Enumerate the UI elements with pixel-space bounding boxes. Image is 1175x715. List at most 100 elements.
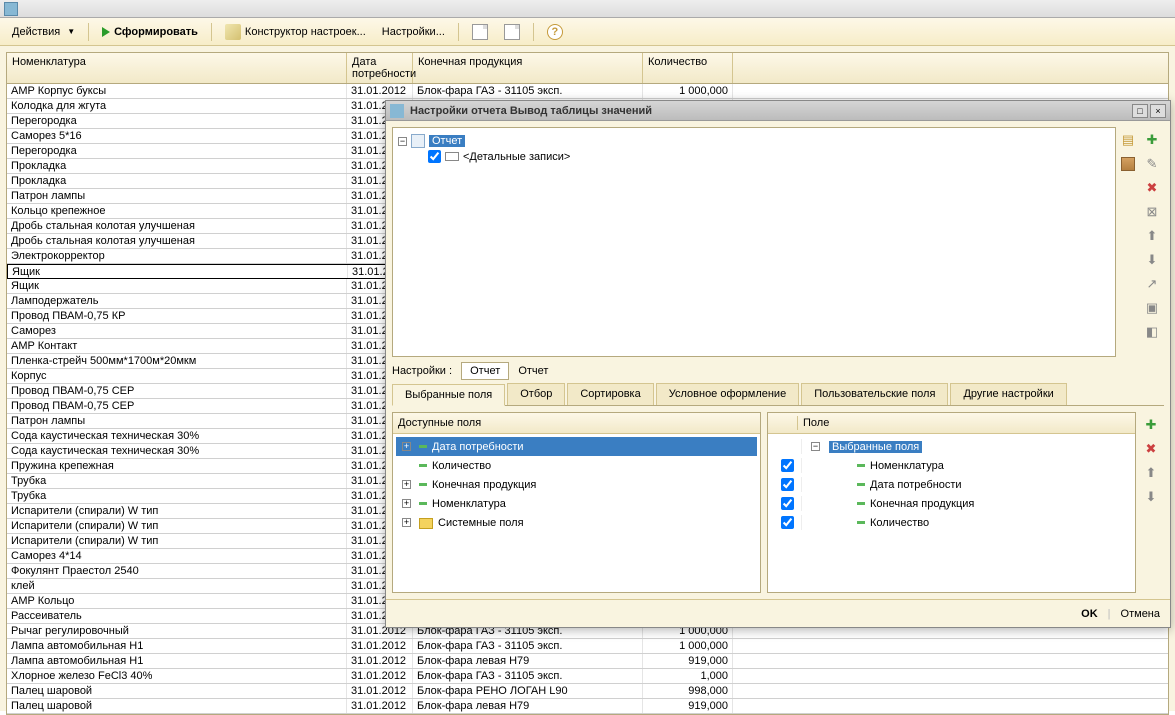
field-check[interactable] — [781, 478, 794, 491]
play-icon — [102, 27, 110, 37]
selected-field[interactable]: Дата потребности — [771, 475, 1132, 494]
settings-label: Настройки... — [382, 26, 445, 38]
generate-button[interactable]: Сформировать — [96, 23, 204, 41]
edit-icon[interactable]: ✎ — [1143, 155, 1161, 173]
tab-2[interactable]: Сортировка — [567, 383, 653, 405]
expand-icon[interactable]: + — [402, 499, 411, 508]
field-label: Дата потребности — [432, 441, 524, 453]
cell-nomenclature: Провод ПВАМ-0,75 КР — [7, 309, 347, 323]
collect-icon[interactable]: ▣ — [1143, 299, 1161, 317]
remove-field-icon[interactable]: ✖ — [1142, 440, 1160, 458]
dialog-footer: OK | Отмена — [386, 599, 1170, 627]
available-field[interactable]: +Системные поля — [396, 513, 757, 532]
add-field-icon[interactable]: ✚ — [1142, 416, 1160, 434]
cell-date: 31.01.2012 — [347, 639, 413, 653]
misc-icon[interactable]: ◧ — [1143, 323, 1161, 341]
available-field[interactable]: Количество — [396, 456, 757, 475]
expand-icon[interactable]: ↗ — [1143, 275, 1161, 293]
add-icon[interactable]: ✚ — [1143, 131, 1161, 149]
tree-root[interactable]: − Отчет — [398, 133, 1110, 149]
table-row[interactable]: Хлорное железо FeCl3 40%31.01.2012Блок-ф… — [7, 669, 1168, 684]
table-row[interactable]: Лампа автомобильная Н131.01.2012Блок-фар… — [7, 654, 1168, 669]
path-item-2[interactable]: Отчет — [512, 363, 554, 379]
lock-icon[interactable]: ⊠ — [1143, 203, 1161, 221]
header-nomenclature[interactable]: Номенклатура — [7, 53, 347, 83]
selected-field[interactable]: Количество — [771, 513, 1132, 532]
tree-child[interactable]: <Детальные записи> — [398, 149, 1110, 164]
window-titlebar — [0, 0, 1175, 18]
tab-5[interactable]: Другие настройки — [950, 383, 1066, 405]
tool-icon-2[interactable] — [498, 21, 526, 43]
field-up-icon[interactable]: ⬆ — [1142, 464, 1160, 482]
cell-product: Блок-фара ГАЗ - 31105 эксп. — [413, 669, 643, 683]
selected-field[interactable]: Конечная продукция — [771, 494, 1132, 513]
field-check[interactable] — [781, 459, 794, 472]
book-icon[interactable] — [1119, 155, 1137, 173]
collapse-icon[interactable]: − — [811, 442, 820, 451]
available-header: Доступные поля — [393, 413, 760, 434]
tree-area: − Отчет <Детальные записи> ▤ ✚ ✎ ✖ ⊠ — [392, 127, 1164, 357]
tab-0[interactable]: Выбранные поля — [392, 384, 505, 406]
field-label: Конечная продукция — [432, 479, 536, 491]
cell-nomenclature: Дробь стальная колотая улучшеная — [7, 219, 347, 233]
selected-body[interactable]: −Выбранные поляНоменклатура Дата потребно… — [768, 434, 1135, 592]
detail-checkbox[interactable] — [428, 150, 441, 163]
available-field[interactable]: + Конечная продукция — [396, 475, 757, 494]
report-tree[interactable]: − Отчет <Детальные записи> — [392, 127, 1116, 357]
field-down-icon[interactable]: ⬇ — [1142, 488, 1160, 506]
help-button[interactable]: ? — [541, 21, 569, 43]
tool-icon-1[interactable] — [466, 21, 494, 43]
ok-button[interactable]: OK — [1081, 608, 1098, 620]
cell-nomenclature: Корпус — [7, 369, 347, 383]
available-field[interactable]: +Номенклатура — [396, 494, 757, 513]
available-body[interactable]: + Дата потребности Количество + Конечная про… — [393, 434, 760, 592]
tab-1[interactable]: Отбор — [507, 383, 565, 405]
cell-date: 31.01.2012 — [347, 654, 413, 668]
dialog-titlebar[interactable]: Настройки отчета Вывод таблицы значений … — [386, 101, 1170, 121]
detail-label: <Детальные записи> — [463, 151, 570, 163]
available-field[interactable]: + Дата потребности — [396, 437, 757, 456]
field-check[interactable] — [781, 516, 794, 529]
constructor-button[interactable]: Конструктор настроек... — [219, 21, 372, 43]
tab-4[interactable]: Пользовательские поля — [801, 383, 948, 405]
field-label: Дата потребности — [870, 479, 962, 491]
cancel-button[interactable]: Отмена — [1121, 608, 1160, 620]
path-item-1[interactable]: Отчет — [461, 362, 509, 380]
actions-menu[interactable]: Действия ▼ — [6, 23, 81, 41]
header-product[interactable]: Конечная продукция — [413, 53, 643, 83]
collapse-icon[interactable]: − — [398, 137, 407, 146]
cell-nomenclature: AMP Контакт — [7, 339, 347, 353]
cell-nomenclature: Трубка — [7, 489, 347, 503]
delete-icon[interactable]: ✖ — [1143, 179, 1161, 197]
settings-button[interactable]: Настройки... — [376, 23, 451, 41]
app-icon — [4, 2, 18, 16]
document-icon — [472, 24, 488, 40]
table-row[interactable]: AMP Корпус буксы31.01.2012Блок-фара ГАЗ … — [7, 84, 1168, 99]
header-date[interactable]: Дата потребности — [347, 53, 413, 83]
cell-nomenclature: клей — [7, 579, 347, 593]
cell-nomenclature: Лампа автомобильная Н1 — [7, 639, 347, 653]
move-down-icon[interactable]: ⬇ — [1143, 251, 1161, 269]
table-row[interactable]: Палец шаровой31.01.2012Блок-фара РЕНО ЛО… — [7, 684, 1168, 699]
selected-root[interactable]: −Выбранные поля — [771, 437, 1132, 456]
close-button[interactable]: × — [1150, 104, 1166, 118]
expand-icon[interactable]: + — [402, 518, 411, 527]
dialog-body: − Отчет <Детальные записи> ▤ ✚ ✎ ✖ ⊠ — [386, 121, 1170, 599]
table-row[interactable]: Палец шаровой31.01.2012Блок-фара левая Н… — [7, 699, 1168, 714]
field-check[interactable] — [781, 497, 794, 510]
cell-nomenclature: Саморез 4*14 — [7, 549, 347, 563]
field-icon — [857, 521, 865, 524]
expand-icon[interactable]: + — [402, 442, 411, 451]
field-label: Конечная продукция — [870, 498, 974, 510]
header-qty[interactable]: Количество — [643, 53, 733, 83]
cell-nomenclature: Прокладка — [7, 174, 347, 188]
table-row[interactable]: Лампа автомобильная Н131.01.2012Блок-фар… — [7, 639, 1168, 654]
move-up-icon[interactable]: ⬆ — [1143, 227, 1161, 245]
maximize-button[interactable]: □ — [1132, 104, 1148, 118]
cell-nomenclature: Испарители (спирали) W тип — [7, 534, 347, 548]
selected-field[interactable]: Номенклатура — [771, 456, 1132, 475]
tab-3[interactable]: Условное оформление — [656, 383, 799, 405]
field-icon — [419, 464, 427, 467]
stack-icon[interactable]: ▤ — [1119, 131, 1137, 149]
expand-icon[interactable]: + — [402, 480, 411, 489]
